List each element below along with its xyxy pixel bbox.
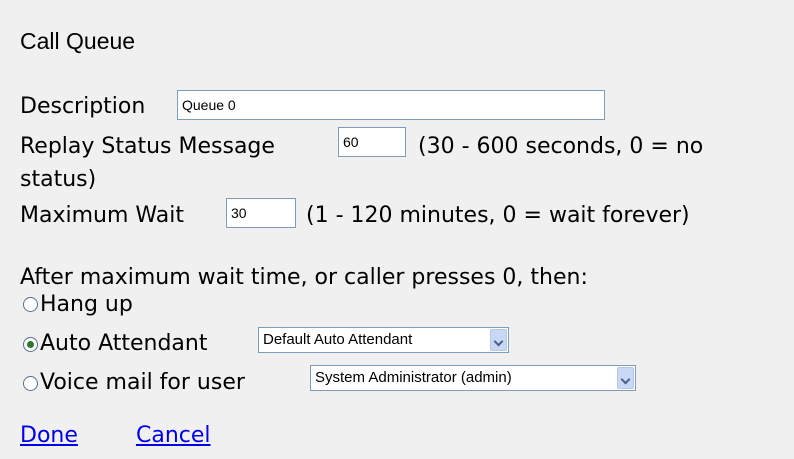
chevron-down-icon[interactable] bbox=[490, 329, 507, 351]
maximum-wait-input[interactable] bbox=[226, 198, 296, 228]
voice-mail-label: Voice mail for user bbox=[40, 370, 245, 395]
hang-up-radio[interactable] bbox=[23, 297, 38, 312]
description-input[interactable] bbox=[177, 90, 605, 120]
call-queue-panel: Call Queue Description Replay Status Mes… bbox=[0, 0, 794, 459]
replay-status-hint: (30 - 600 seconds, 0 = no bbox=[418, 134, 704, 159]
replay-status-hint-cont: status) bbox=[20, 167, 97, 192]
maximum-wait-label: Maximum Wait bbox=[20, 203, 184, 228]
replay-status-input[interactable] bbox=[338, 127, 406, 157]
after-wait-prompt: After maximum wait time, or caller press… bbox=[20, 265, 588, 290]
description-label: Description bbox=[20, 94, 146, 119]
voice-mail-radio[interactable] bbox=[23, 376, 38, 391]
auto-attendant-select[interactable]: Default Auto Attendant bbox=[258, 327, 509, 353]
auto-attendant-select-value: Default Auto Attendant bbox=[263, 331, 413, 348]
voice-mail-user-select[interactable]: System Administrator (admin) bbox=[310, 365, 636, 391]
auto-attendant-label: Auto Attendant bbox=[40, 331, 208, 356]
replay-status-label: Replay Status Message bbox=[20, 134, 275, 159]
hang-up-label: Hang up bbox=[40, 292, 133, 317]
voice-mail-user-select-value: System Administrator (admin) bbox=[315, 369, 512, 386]
chevron-down-icon[interactable] bbox=[617, 367, 634, 389]
auto-attendant-radio[interactable] bbox=[23, 337, 38, 352]
cancel-link[interactable]: Cancel bbox=[136, 423, 211, 448]
done-link[interactable]: Done bbox=[20, 423, 78, 448]
page-title: Call Queue bbox=[20, 28, 136, 54]
maximum-wait-hint: (1 - 120 minutes, 0 = wait forever) bbox=[306, 203, 690, 228]
